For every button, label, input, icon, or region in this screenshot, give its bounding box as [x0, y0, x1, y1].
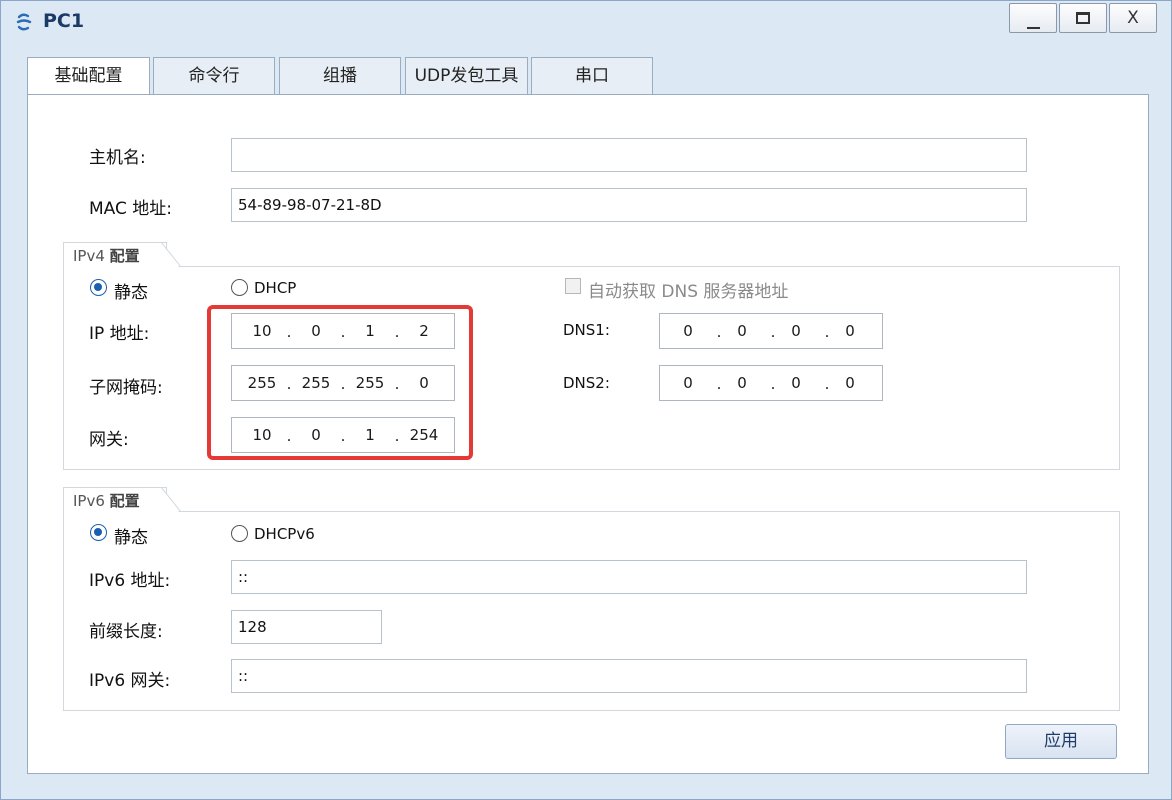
dns1-octet-1: 0	[683, 322, 693, 340]
minimize-button[interactable]	[1009, 3, 1057, 33]
ipv6-title-prefix: IPv6	[73, 492, 105, 510]
dns-auto-checkbox[interactable]	[565, 278, 581, 294]
ip-address-label: IP 地址:	[89, 324, 150, 344]
maximize-icon	[1076, 12, 1090, 24]
window-title: PC1	[43, 10, 85, 32]
dns2-octet-2: 0	[737, 374, 747, 392]
hostname-label: 主机名:	[89, 148, 146, 168]
ipv6-title-suffix: 配置	[109, 492, 140, 510]
ipv4-title-prefix: IPv4	[73, 247, 105, 265]
ipv6-gateway-label: IPv6 网关:	[89, 671, 171, 691]
tab-serial-port[interactable]: 串口	[531, 57, 653, 95]
prefix-length-label: 前缀长度:	[89, 622, 163, 642]
dns2-octet-4: 0	[845, 374, 855, 392]
ipv4-tab-corner	[161, 242, 181, 270]
gateway-label: 网关:	[89, 430, 129, 450]
mac-address-label: MAC 地址:	[89, 199, 172, 219]
pc-app-icon	[16, 13, 32, 31]
ipv4-dhcp-label: DHCP	[254, 279, 297, 297]
dns1-input[interactable]: 0 . 0 . 0 . 0	[659, 313, 883, 349]
tab-udp-tool[interactable]: UDP发包工具	[405, 57, 528, 95]
ipv6-address-input[interactable]: ::	[231, 560, 1027, 594]
ipv6-tab-corner	[161, 487, 181, 515]
maximize-button[interactable]	[1059, 3, 1107, 33]
mac-address-field[interactable]: 54-89-98-07-21-8D	[231, 188, 1027, 222]
dns-auto-label: 自动获取 DNS 服务器地址	[588, 282, 789, 302]
ipv4-static-radio[interactable]	[90, 279, 107, 296]
ipv4-dhcp-radio[interactable]	[231, 279, 248, 296]
close-button[interactable]: X	[1109, 3, 1157, 33]
ipv6-gateway-input[interactable]: ::	[231, 659, 1027, 693]
subnet-mask-label: 子网掩码:	[89, 378, 163, 398]
tab-basic-config[interactable]: 基础配置	[27, 57, 150, 96]
ipv6-dhcpv6-label: DHCPv6	[254, 525, 315, 543]
ipv6-group-title: IPv6 配置	[63, 487, 167, 515]
title-bar[interactable]: PC1 X	[1, 1, 1171, 41]
dns2-octet-1: 0	[683, 374, 693, 392]
ipv4-static-label: 静态	[114, 283, 148, 303]
dns1-octet-2: 0	[737, 322, 747, 340]
pc1-config-window: PC1 X 基础配置 命令行 组播 UDP发包工具 串口 主机名: MAC 地址…	[0, 0, 1172, 800]
ipv6-dhcpv6-radio[interactable]	[231, 525, 248, 542]
ipv4-group-title: IPv4 配置	[63, 242, 167, 270]
red-highlight-box	[207, 305, 473, 460]
dns2-octet-3: 0	[791, 374, 801, 392]
hostname-input[interactable]	[231, 138, 1027, 172]
dns2-input[interactable]: 0 . 0 . 0 . 0	[659, 365, 883, 401]
dns1-label: DNS1:	[563, 321, 610, 339]
minimize-icon	[1026, 27, 1040, 29]
tab-multicast[interactable]: 组播	[279, 57, 401, 95]
apply-button[interactable]: 应用	[1005, 724, 1117, 759]
ipv6-address-label: IPv6 地址:	[89, 571, 171, 591]
ipv6-static-label: 静态	[114, 528, 148, 548]
dns1-octet-3: 0	[791, 322, 801, 340]
ipv4-title-suffix: 配置	[109, 247, 140, 265]
ipv6-static-radio[interactable]	[90, 524, 107, 541]
dns2-label: DNS2:	[563, 374, 610, 392]
prefix-length-input[interactable]: 128	[231, 610, 382, 644]
tab-command-line[interactable]: 命令行	[153, 57, 275, 95]
dns1-octet-4: 0	[845, 322, 855, 340]
